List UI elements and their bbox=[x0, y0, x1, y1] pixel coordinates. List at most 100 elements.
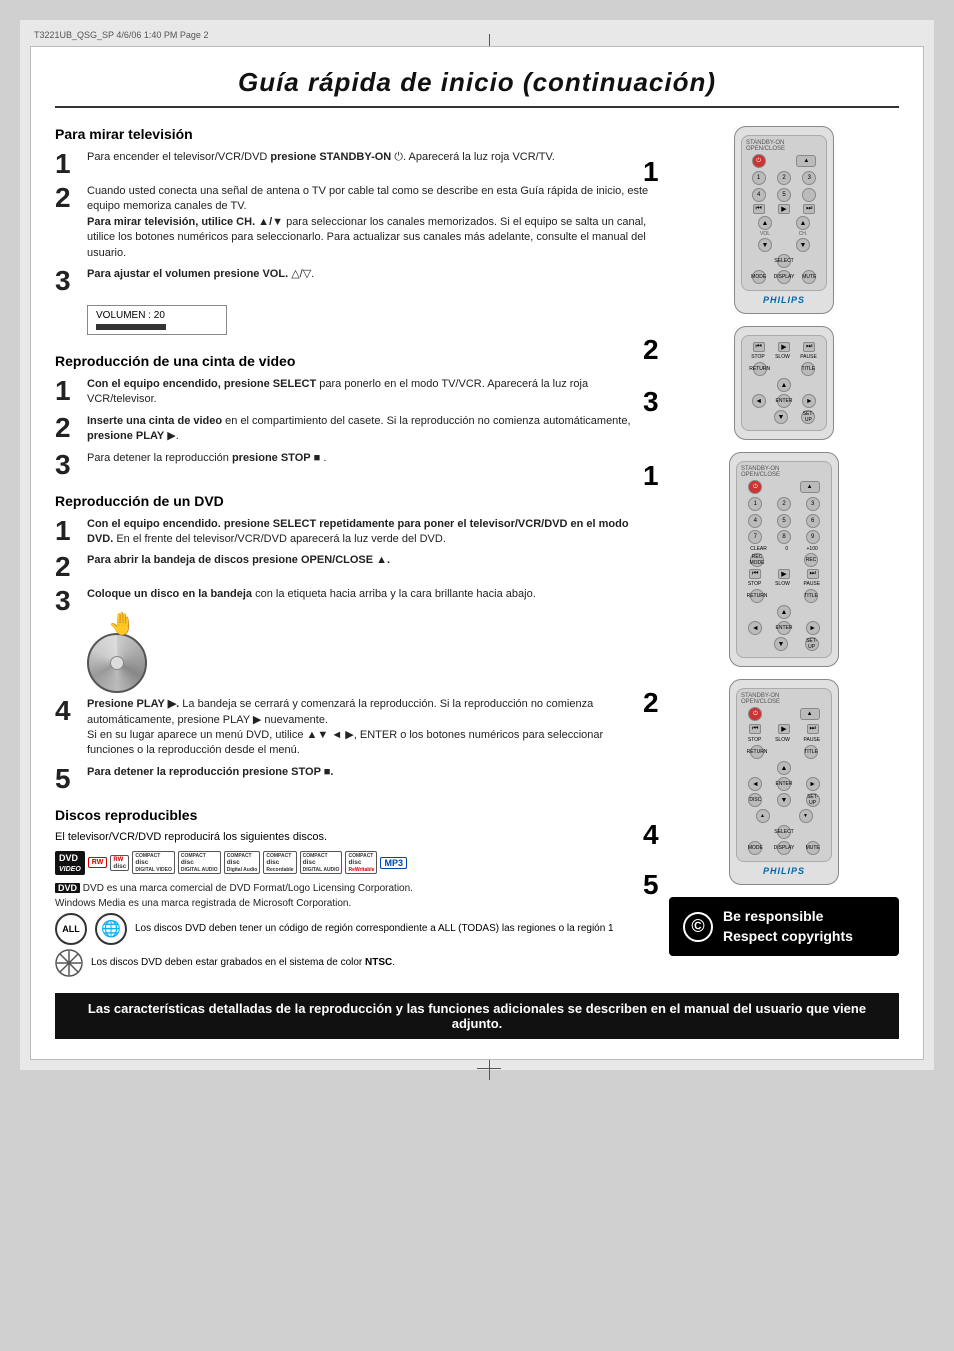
right-num-5b: 5 bbox=[643, 869, 659, 901]
dvd-return[interactable]: RETURN bbox=[750, 589, 764, 603]
dvd-rec[interactable]: REC bbox=[804, 553, 818, 567]
vcr-fwd[interactable]: ⏭ bbox=[803, 342, 815, 352]
full-setup[interactable]: SET-UP bbox=[806, 793, 820, 807]
right-num-3a: 3 bbox=[643, 386, 659, 418]
vcr-enter[interactable]: ENTER bbox=[777, 394, 791, 408]
rew-btn[interactable]: ⏮ bbox=[753, 204, 765, 214]
hand-icon: 🤚 bbox=[108, 611, 135, 637]
slow-label: SLOW bbox=[775, 354, 790, 360]
dvd-7[interactable]: 7 bbox=[748, 530, 762, 544]
dvd-right[interactable]: ► bbox=[806, 621, 820, 635]
full-slow-label: SLOW bbox=[775, 737, 790, 743]
dvd-2[interactable]: 2 bbox=[777, 497, 791, 511]
vcr-down[interactable]: ▼ bbox=[774, 410, 788, 424]
step-3-1-text: Con el equipo encendido. presione SELECT… bbox=[87, 517, 653, 548]
vcr-right[interactable]: ► bbox=[802, 394, 816, 408]
vcr-return[interactable]: RETURN bbox=[753, 362, 767, 376]
remote2-section: 2 3 ⏮ ▶ ⏭ STOP SLOW PAUSE bbox=[669, 326, 899, 440]
full-down[interactable]: ▼ bbox=[777, 793, 791, 807]
btn-2[interactable]: 2 bbox=[777, 171, 791, 185]
fwd-btn[interactable]: ⏭ bbox=[803, 204, 815, 214]
dvd-title[interactable]: TITLE bbox=[804, 589, 818, 603]
dvd-5[interactable]: 5 bbox=[777, 514, 791, 528]
cd-digital-audio-logo: COMPACTdiscDIGITAL AUDIO bbox=[178, 851, 221, 874]
btn-5[interactable]: 5 bbox=[777, 188, 791, 202]
dvd-recmode[interactable]: REC MODE bbox=[750, 553, 764, 567]
disc-logos: DVDVIDEO RW RWdisc COMPACTdiscDIGITAL VI… bbox=[55, 851, 653, 875]
full-left[interactable]: ◄ bbox=[748, 777, 762, 791]
dvd-3[interactable]: 3 bbox=[806, 497, 820, 511]
full-up[interactable]: ▲ bbox=[777, 761, 791, 775]
select-btn[interactable]: SELECT bbox=[777, 254, 791, 268]
vcr-setup[interactable]: SET-UP bbox=[801, 410, 815, 424]
full-title[interactable]: TITLE bbox=[804, 745, 818, 759]
dvd-setup[interactable]: SET-UP bbox=[805, 637, 819, 651]
dvd-up[interactable]: ▲ bbox=[777, 605, 791, 619]
full-fwd[interactable]: ⏭ bbox=[807, 724, 819, 734]
step-2-2-num: 2 bbox=[55, 414, 79, 442]
full-mute[interactable]: MUTE bbox=[806, 841, 820, 855]
full-disc[interactable]: DISC bbox=[748, 793, 762, 807]
full-return[interactable]: RETURN bbox=[750, 745, 764, 759]
dvd-play[interactable]: ▶ bbox=[778, 569, 790, 579]
full-mode[interactable]: MODE bbox=[748, 841, 762, 855]
dvd-slow-label: SLOW bbox=[775, 581, 790, 587]
btn-4[interactable]: 4 bbox=[752, 188, 766, 202]
full-right[interactable]: ► bbox=[806, 777, 820, 791]
dvd-rew[interactable]: ⏮ bbox=[749, 569, 761, 579]
ch-down[interactable]: ▼ bbox=[796, 238, 810, 252]
btn-3[interactable]: 3 bbox=[802, 171, 816, 185]
dvd-1[interactable]: 1 bbox=[748, 497, 762, 511]
dvd-power-btn[interactable]: ⏻ bbox=[748, 480, 762, 494]
eject-btn[interactable]: ▲ bbox=[796, 155, 816, 167]
header-text: T3221UB_QSG_SP 4/6/06 1:40 PM Page 2 bbox=[34, 30, 208, 40]
full-pic-down[interactable]: ▼ bbox=[799, 809, 813, 823]
step-2-3-num: 3 bbox=[55, 451, 79, 479]
left-column: Para mirar televisión 1 Para encender el… bbox=[55, 126, 653, 981]
step-2-3: 3 Para detener la reproducción presione … bbox=[55, 451, 653, 479]
full-transport-labels: STOP SLOW PAUSE bbox=[741, 737, 827, 743]
full-power-btn[interactable]: ⏻ bbox=[748, 707, 762, 721]
full-pic-up[interactable]: ▲ bbox=[756, 809, 770, 823]
vol-up[interactable]: ▲ bbox=[758, 216, 772, 230]
dvd-rw2-logo: RWdisc bbox=[110, 855, 129, 871]
mute-btn[interactable]: MUTE bbox=[802, 270, 816, 284]
full-enter[interactable]: ENTER bbox=[777, 777, 791, 791]
dvd-left[interactable]: ◄ bbox=[748, 621, 762, 635]
vol-ch-section: ▲ VOL ▼ ▲ CH. ▼ bbox=[746, 216, 822, 252]
vcr-left[interactable]: ◄ bbox=[752, 394, 766, 408]
cd-logo: COMPACTdiscDigital Audio bbox=[224, 851, 261, 874]
dvd-down[interactable]: ▼ bbox=[774, 637, 788, 651]
windows-trademark: Windows Media es una marca registrada de… bbox=[55, 898, 653, 909]
dvd-eject-btn[interactable]: ▲ bbox=[800, 481, 820, 493]
vcr-title[interactable]: TITLE bbox=[801, 362, 815, 376]
ch-up[interactable]: ▲ bbox=[796, 216, 810, 230]
power-btn[interactable]: ⏻ bbox=[752, 154, 766, 168]
dvd-fwd[interactable]: ⏭ bbox=[807, 569, 819, 579]
standby-label: STANDBY-ON OPEN/CLOSE bbox=[746, 140, 822, 152]
dvd-num-3: 7 8 9 bbox=[741, 530, 827, 544]
vcr-play[interactable]: ▶ bbox=[778, 342, 790, 352]
btn-1[interactable]: 1 bbox=[752, 171, 766, 185]
play-btn[interactable]: ▶ bbox=[778, 204, 790, 214]
display-btn[interactable]: DISPLAY bbox=[777, 270, 791, 284]
dvd-4[interactable]: 4 bbox=[748, 514, 762, 528]
full-play[interactable]: ▶ bbox=[778, 724, 790, 734]
page-content: Guía rápida de inicio (continuación) Par… bbox=[30, 46, 924, 1060]
full-mode-row: MODE DISPLAY MUTE bbox=[741, 841, 827, 855]
full-rew[interactable]: ⏮ bbox=[749, 724, 761, 734]
dvd-8[interactable]: 8 bbox=[777, 530, 791, 544]
dvd-enter[interactable]: ENTER bbox=[777, 621, 791, 635]
full-stop-label: STOP bbox=[748, 737, 762, 743]
mode-btn[interactable]: MODE bbox=[752, 270, 766, 284]
dvd-9[interactable]: 9 bbox=[806, 530, 820, 544]
full-eject-btn[interactable]: ▲ bbox=[800, 708, 820, 720]
full-display[interactable]: DISPLAY bbox=[777, 841, 791, 855]
btn-6[interactable] bbox=[802, 188, 816, 202]
vcr-up[interactable]: ▲ bbox=[777, 378, 791, 392]
vcr-labels: STOP SLOW PAUSE bbox=[746, 354, 822, 360]
vcr-rew[interactable]: ⏮ bbox=[753, 342, 765, 352]
full-select[interactable]: SELECT bbox=[777, 825, 791, 839]
dvd-6[interactable]: 6 bbox=[806, 514, 820, 528]
vol-down[interactable]: ▼ bbox=[758, 238, 772, 252]
